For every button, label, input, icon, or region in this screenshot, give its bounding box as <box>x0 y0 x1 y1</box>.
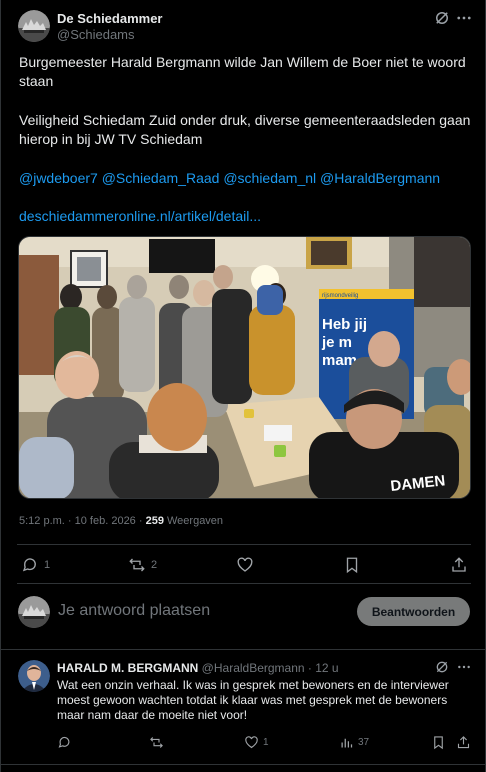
share-action[interactable] <box>450 556 468 579</box>
repost-count: 2 <box>151 559 158 571</box>
reply-icon <box>21 556 39 574</box>
svg-text:je m: je m <box>321 334 352 351</box>
reply-text: Wat een onzin verhaal. Ik was in gesprek… <box>57 678 449 722</box>
divider <box>1 649 486 650</box>
post-meta: 5:12 p.m. · 10 feb. 2026 · 259 Weergaven <box>19 515 223 527</box>
svg-text:Heb jij: Heb jij <box>322 316 367 333</box>
more-icon[interactable] <box>455 9 473 27</box>
like-icon <box>236 556 254 574</box>
reply-author-handle[interactable]: @HaraldBergmann <box>202 661 305 675</box>
author-avatar[interactable] <box>18 10 50 42</box>
article-link[interactable]: deschiedammeronline.nl/artikel/detail... <box>19 207 261 226</box>
banner-top-text: rijsmondveilig <box>322 293 358 299</box>
post-body: Veiligheid Schiedam Zuid onder druk, div… <box>19 112 471 147</box>
author-handle[interactable]: @Schiedams <box>57 27 135 42</box>
reply-time[interactable]: · 12 u <box>308 661 339 675</box>
divider <box>17 583 471 584</box>
repost-action[interactable]: 2 <box>128 556 157 574</box>
divider <box>17 544 471 545</box>
mention-link[interactable]: @schiedam_nl <box>223 170 316 186</box>
views-count: 259 <box>145 515 164 527</box>
post-time[interactable]: 5:12 p.m. · 10 feb. 2026 · <box>19 515 146 527</box>
views-label: Weergaven <box>163 515 224 527</box>
reply-reply-action[interactable] <box>57 735 76 750</box>
more-icon[interactable] <box>456 659 472 675</box>
mention-link[interactable]: @Schiedam_Raad <box>102 170 220 186</box>
reply-repost-action[interactable] <box>149 735 168 750</box>
grok-icon[interactable] <box>433 9 451 27</box>
like-action[interactable] <box>236 556 259 574</box>
views-icon <box>339 735 354 750</box>
reply-count: 1 <box>44 559 51 571</box>
timeline-frame: De Schiedammer @Schiedams Burgemeester H… <box>0 0 486 772</box>
post-headline: Burgemeester Harald Bergmann wilde Jan W… <box>19 54 466 89</box>
reply-views-action[interactable]: 37 <box>339 735 369 750</box>
reply-share-action[interactable] <box>456 735 471 755</box>
reply-like-count: 1 <box>263 737 269 748</box>
reply-author-line: HARALD M. BERGMANN @HaraldBergmann · 12 … <box>57 661 339 675</box>
divider <box>1 764 486 765</box>
share-icon <box>456 735 471 750</box>
like-icon <box>244 735 259 750</box>
reply-author-name[interactable]: HARALD M. BERGMANN <box>57 661 198 675</box>
bookmark-icon <box>431 735 446 750</box>
reply-icon <box>57 735 72 750</box>
reply-bookmark-action[interactable] <box>431 735 446 755</box>
reply-input[interactable]: Je antwoord plaatsen <box>58 602 210 620</box>
reply-like-action[interactable]: 1 <box>244 735 269 750</box>
share-icon <box>450 556 468 574</box>
post-photo[interactable]: rijsmondveilig Heb jij je m mam DAMEN <box>18 236 471 499</box>
composer-avatar <box>18 596 50 628</box>
repost-icon <box>128 556 146 574</box>
post-mentions: @jwdeboer7 @Schiedam_Raad @schiedam_nl @… <box>19 169 440 188</box>
reply-action[interactable]: 1 <box>21 556 50 574</box>
author-name[interactable]: De Schiedammer <box>57 11 163 26</box>
grok-icon[interactable] <box>434 659 450 675</box>
reply-author-avatar[interactable] <box>18 660 50 692</box>
repost-icon <box>149 735 164 750</box>
bookmark-icon <box>343 556 361 574</box>
mention-link[interactable]: @jwdeboer7 <box>19 170 98 186</box>
reply-views-count: 37 <box>358 737 370 748</box>
mention-link[interactable]: @HaraldBergmann <box>320 170 440 186</box>
bookmark-action[interactable] <box>343 556 361 579</box>
reply-submit-button[interactable]: Beantwoorden <box>357 597 470 626</box>
